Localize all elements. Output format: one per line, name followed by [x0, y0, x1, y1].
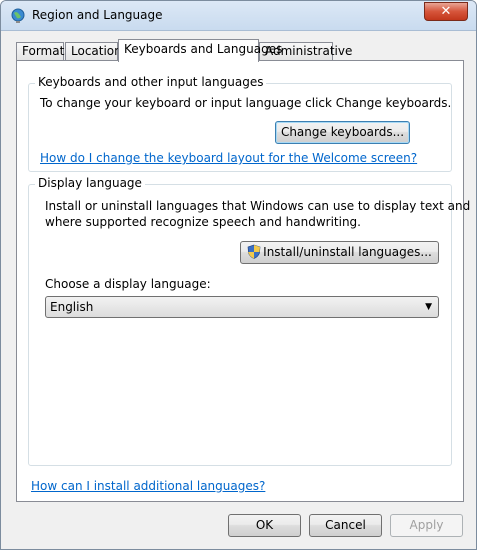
tab-label: Formats — [22, 44, 71, 58]
group-title: Keyboards and other input languages — [35, 75, 267, 89]
display-language-group: Display language Install or uninstall la… — [28, 176, 470, 466]
dropdown-selected-value: English — [50, 300, 94, 314]
window-title: Region and Language — [32, 8, 163, 22]
tab-label: Location — [71, 44, 122, 58]
globe-icon — [11, 8, 25, 23]
tab-label: Keyboards and Languages — [124, 42, 283, 56]
keyboards-description: To change your keyboard or input languag… — [40, 96, 452, 110]
change-keyboards-button[interactable]: Change keyboards... — [275, 121, 410, 144]
apply-button[interactable]: Apply — [390, 514, 463, 537]
close-button[interactable]: ✕ — [424, 2, 468, 21]
display-language-description-line1: Install or uninstall languages that Wind… — [45, 199, 471, 213]
tab-location[interactable]: Location — [65, 42, 122, 61]
tab-panel-keyboards-and-languages: Keyboards and other input languages To c… — [16, 60, 470, 502]
chevron-down-icon: ▼ — [425, 302, 432, 312]
keyboard-layout-help-link[interactable]: How do I change the keyboard layout for … — [40, 151, 417, 165]
display-language-description-line2: where supported recognize speech and han… — [45, 215, 361, 229]
cancel-button[interactable]: Cancel — [309, 514, 382, 537]
close-icon: ✕ — [440, 4, 452, 19]
uac-shield-icon — [247, 244, 261, 259]
ok-button[interactable]: OK — [228, 514, 301, 537]
button-label: Apply — [409, 518, 444, 532]
button-label: Install/uninstall languages... — [263, 245, 432, 259]
tab-keyboards-and-languages[interactable]: Keyboards and Languages — [118, 39, 282, 62]
button-label: OK — [255, 518, 274, 532]
group-title: Display language — [35, 176, 145, 190]
keyboards-group: Keyboards and other input languages To c… — [28, 75, 452, 172]
install-uninstall-languages-button[interactable]: Install/uninstall languages... — [240, 241, 439, 264]
tab-formats[interactable]: Formats — [16, 42, 71, 61]
button-label: Cancel — [325, 518, 366, 532]
title-bar[interactable]: Region and Language ✕ — [1, 1, 476, 31]
region-and-language-dialog: Region and Language ✕ Formats Location K… — [0, 0, 477, 550]
button-label: Change keyboards... — [280, 125, 405, 139]
install-additional-languages-help-link[interactable]: How can I install additional languages? — [31, 479, 265, 493]
choose-display-language-label: Choose a display language: — [45, 277, 211, 291]
display-language-dropdown[interactable]: English ▼ — [45, 296, 439, 318]
